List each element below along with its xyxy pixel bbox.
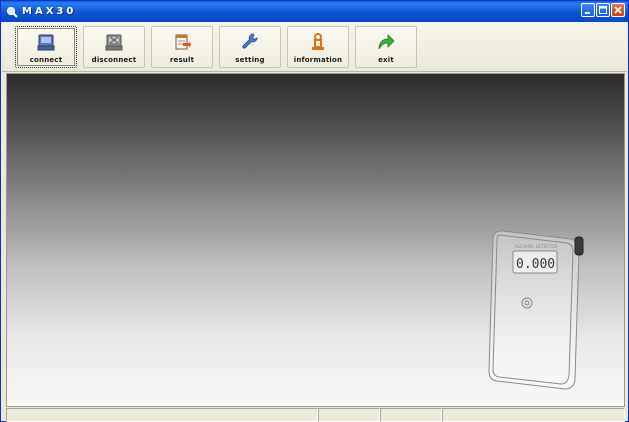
result-icon	[171, 31, 193, 53]
connect-button[interactable]: connect	[15, 26, 77, 68]
status-bar	[6, 408, 625, 422]
status-cell-main	[6, 408, 318, 422]
result-label: result	[169, 56, 195, 64]
status-cell-2	[318, 408, 380, 422]
setting-button[interactable]: setting	[219, 26, 281, 68]
toolbar: connect disconnect result setting inform…	[2, 22, 627, 72]
setting-label: setting	[235, 56, 265, 64]
information-button[interactable]: information	[287, 26, 349, 68]
connect-label: connect	[29, 56, 63, 64]
disconnect-icon	[103, 31, 125, 53]
exit-arrow-icon	[375, 31, 397, 53]
close-button[interactable]	[611, 3, 625, 17]
status-cell-3	[380, 408, 442, 422]
status-cell-4	[442, 408, 625, 422]
result-button[interactable]: result	[151, 26, 213, 68]
exit-button[interactable]: exit	[355, 26, 417, 68]
wrench-icon	[239, 31, 261, 53]
device-brand-text: ALCOHOL DETECTOR	[515, 244, 558, 249]
information-label: information	[293, 56, 343, 64]
close-icon	[614, 6, 622, 14]
main-view: ALCOHOL DETECTOR 0.000	[6, 73, 625, 407]
maximize-icon	[599, 6, 607, 14]
window-title: MAX30	[22, 6, 77, 17]
connect-icon	[35, 31, 57, 53]
app-magnifier-icon	[5, 5, 19, 19]
breathalyzer-device-image: ALCOHOL DETECTOR 0.000	[488, 230, 584, 390]
information-icon	[307, 31, 329, 53]
minimize-icon	[585, 12, 590, 14]
maximize-button[interactable]	[596, 3, 610, 17]
disconnect-button[interactable]: disconnect	[83, 26, 145, 68]
title-bar[interactable]: MAX30	[1, 1, 628, 22]
minimize-button[interactable]	[581, 3, 595, 17]
disconnect-label: disconnect	[91, 56, 137, 64]
app-window: MAX30 connect disconnect result setting …	[0, 0, 629, 422]
window-controls	[581, 3, 625, 17]
exit-label: exit	[378, 56, 394, 64]
device-display-reading: 0.000	[516, 257, 555, 272]
